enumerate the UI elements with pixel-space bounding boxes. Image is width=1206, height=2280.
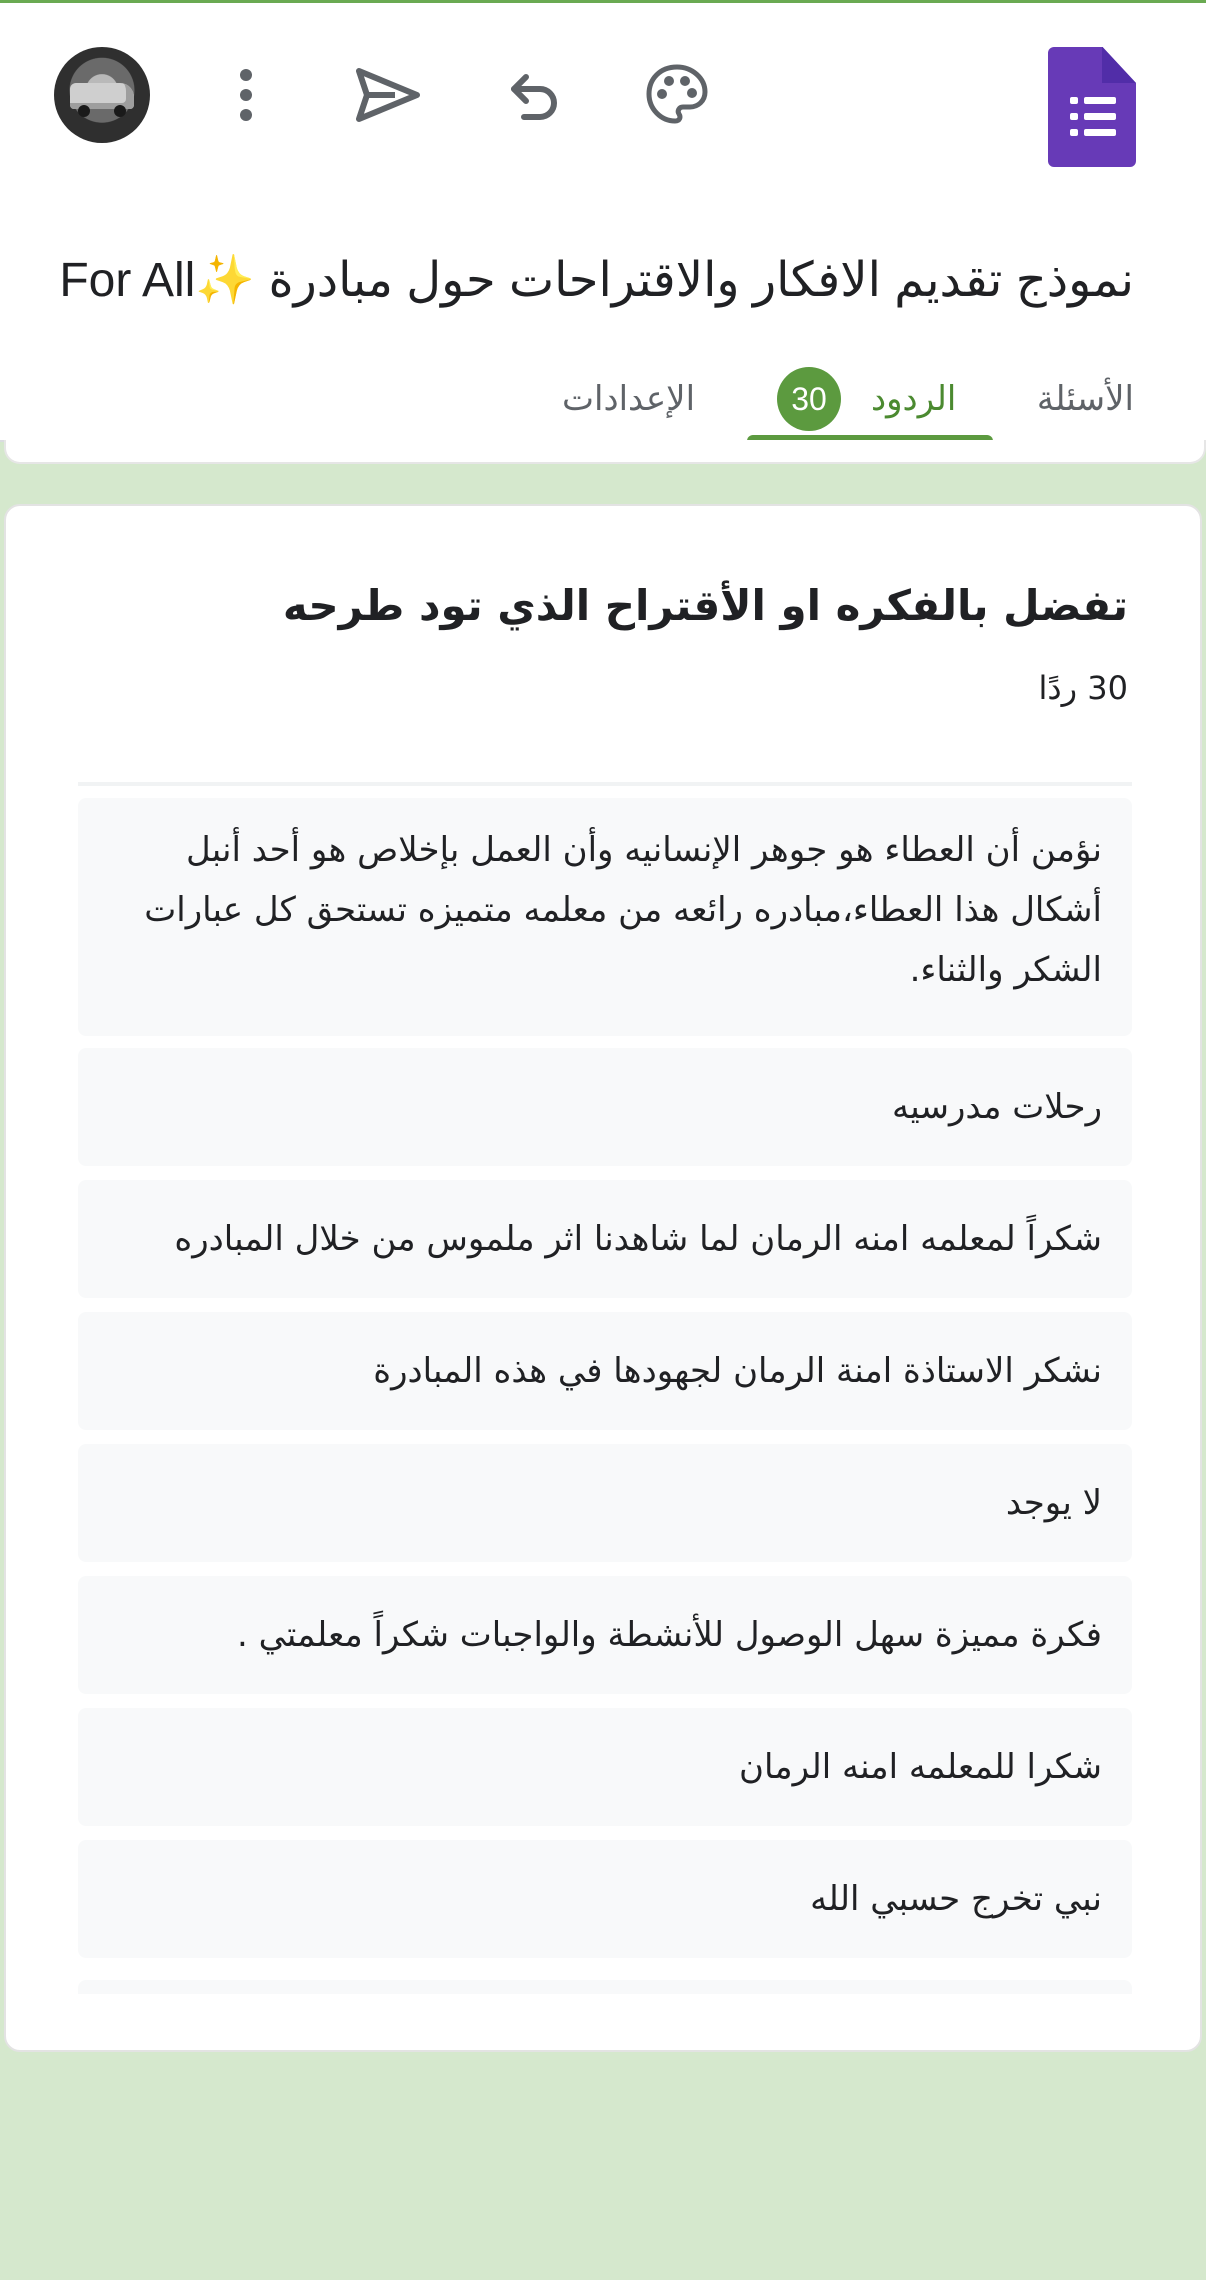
form-title[interactable]: نموذج تقديم الافكار والاقتراحات حول مباد… — [4, 241, 1134, 321]
tab-bar: الأسئلة الردود 30 الإعدادات — [0, 353, 1206, 445]
response-count: 30 ردًا — [1038, 669, 1128, 707]
response-item: فكرة مميزة سهل الوصول للأنشطة والواجبات … — [78, 1576, 1132, 1694]
response-item: لا يوجد — [78, 1444, 1132, 1562]
question-summary-card: تفضل بالفكره او الأقتراح الذي تود طرحه 3… — [4, 504, 1202, 2052]
tab-questions[interactable]: الأسئلة — [1037, 353, 1134, 445]
send-icon[interactable] — [348, 55, 428, 135]
response-item: رحلات مدرسيه — [78, 1048, 1132, 1166]
avatar[interactable] — [54, 47, 150, 143]
forms-logo-icon — [1048, 47, 1136, 167]
response-item: شكراً لمعلمه امنه الرمان لما شاهدنا اثر … — [78, 1180, 1132, 1298]
tab-label: الأسئلة — [1036, 379, 1134, 419]
more-vert-icon[interactable] — [206, 55, 286, 135]
response-item: نؤمن أن العطاء هو جوهر الإنسانيه وأن الع… — [78, 798, 1132, 1036]
app-bar: نموذج تقديم الافكار والاقتراحات حول مباد… — [0, 0, 1206, 445]
tab-settings[interactable]: الإعدادات — [562, 353, 695, 445]
undo-icon[interactable] — [494, 55, 574, 135]
divider — [78, 782, 1132, 786]
question-title: تفضل بالفكره او الأقتراح الذي تود طرحه — [282, 581, 1128, 630]
tab-label: الردود — [871, 379, 957, 419]
tab-label: الإعدادات — [562, 379, 696, 419]
response-item: نشكر الاستاذة امنة الرمان لجهودها في هذه… — [78, 1312, 1132, 1430]
response-count-badge: 30 — [777, 367, 841, 431]
tab-responses[interactable]: الردود 30 — [777, 353, 956, 445]
response-item: نبي تخرج حسبي الله — [78, 1840, 1132, 1958]
avatar-image — [70, 83, 134, 117]
response-item: شكرا للمعلمه امنه الرمان — [78, 1708, 1132, 1826]
response-item-partial — [78, 1980, 1132, 1994]
previous-card-edge — [4, 440, 1206, 464]
palette-icon[interactable] — [637, 55, 717, 135]
